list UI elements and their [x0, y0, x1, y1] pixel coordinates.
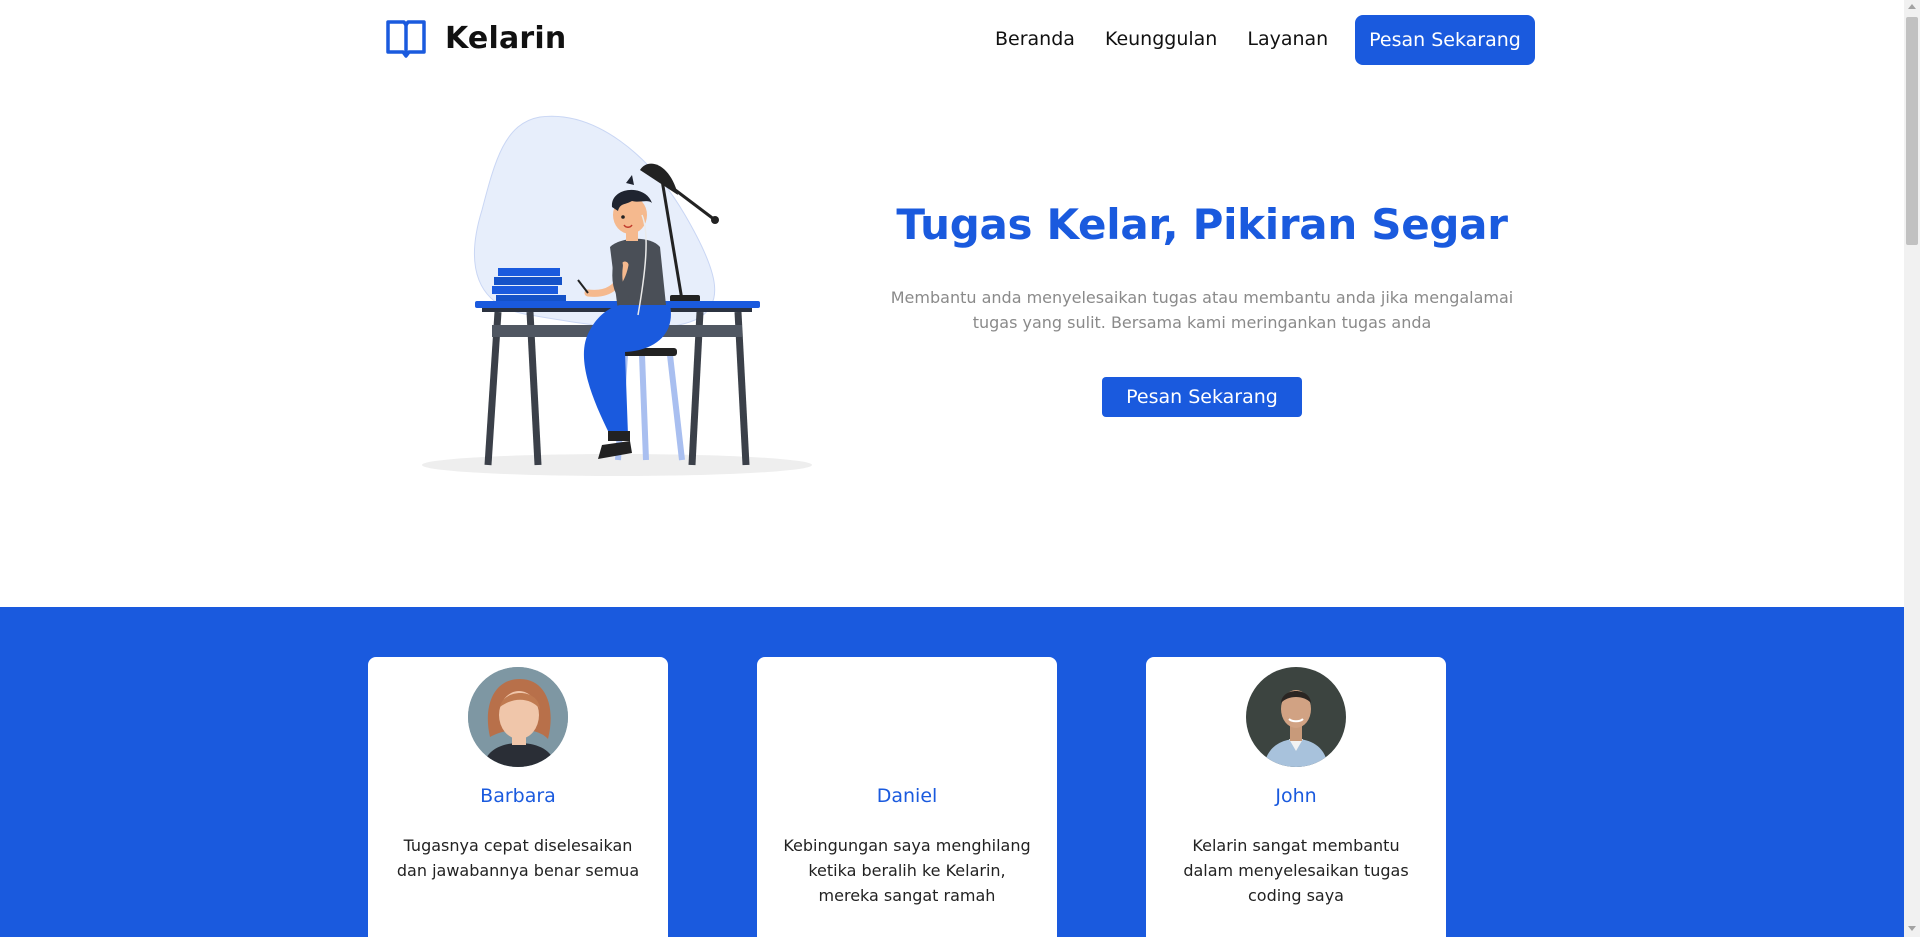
- testimonial-card: Daniel Kebingungan saya menghilang ketik…: [757, 657, 1057, 937]
- nav-link-keunggulan[interactable]: Keunggulan: [1105, 28, 1217, 50]
- avatar: [468, 667, 568, 767]
- avatar: [1246, 667, 1346, 767]
- testimonial-text: Kelarin sangat membantu dalam menyelesai…: [1183, 836, 1409, 905]
- testimonials-section: Barbara Tugasnya cepat diselesaikan dan …: [0, 607, 1904, 937]
- person-studying-at-desk-illustration: [422, 115, 812, 476]
- hero-text: Tugas Kelar, Pikiran Segar Membantu anda…: [870, 200, 1534, 417]
- nav-links: Beranda Keunggulan Layanan: [995, 28, 1328, 50]
- scroll-down-arrow-icon[interactable]: [1908, 926, 1916, 931]
- testimonial-name: John: [1275, 785, 1317, 807]
- nav-order-button[interactable]: Pesan Sekarang: [1355, 15, 1535, 65]
- nav-link-beranda[interactable]: Beranda: [995, 28, 1075, 50]
- scroll-up-arrow-icon[interactable]: [1908, 4, 1916, 9]
- brand-logo[interactable]: Kelarin: [385, 18, 566, 58]
- scrollbar-thumb[interactable]: [1906, 17, 1918, 245]
- testimonial-name: Daniel: [876, 785, 938, 807]
- avatar: [857, 667, 957, 767]
- testimonial-card: John Kelarin sangat membantu dalam menye…: [1146, 657, 1446, 937]
- hero-description: Membantu anda menyelesaikan tugas atau m…: [890, 288, 1514, 332]
- nav-link-layanan[interactable]: Layanan: [1247, 28, 1328, 50]
- hero-order-button[interactable]: Pesan Sekarang: [1102, 377, 1302, 417]
- navbar: Kelarin Beranda Keunggulan Layanan Pesan…: [0, 0, 1904, 80]
- open-book-icon: [386, 20, 426, 58]
- brand-name: Kelarin: [445, 20, 567, 56]
- testimonial-card: Barbara Tugasnya cepat diselesaikan dan …: [368, 657, 668, 937]
- testimonial-name: Barbara: [480, 785, 556, 807]
- testimonial-text: Kebingungan saya menghilang ketika beral…: [783, 836, 1031, 905]
- page-scrollbar[interactable]: [1904, 0, 1920, 937]
- testimonial-text: Tugasnya cepat diselesaikan dan jawabann…: [396, 836, 640, 880]
- hero-title: Tugas Kelar, Pikiran Segar: [896, 200, 1508, 249]
